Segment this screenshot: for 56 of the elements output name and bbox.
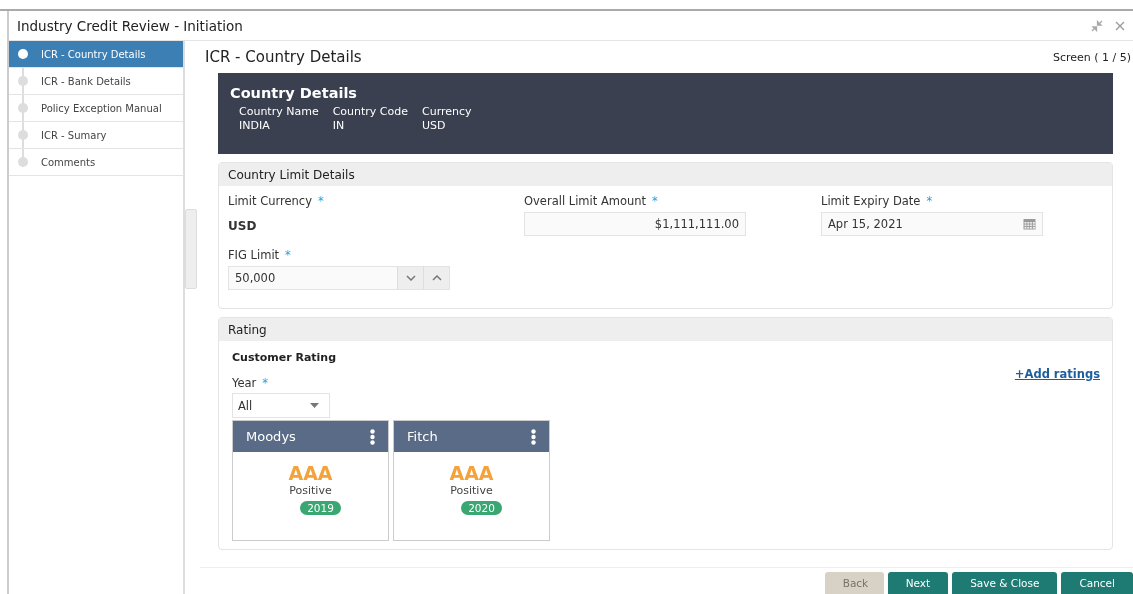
window-title: Industry Credit Review - Initiation (17, 17, 244, 34)
more-icon[interactable] (531, 428, 536, 445)
agency-name: Fitch (407, 429, 438, 444)
rating-outlook: Positive (450, 484, 493, 497)
detail-label: Country Code (332, 105, 408, 118)
chevron-down-icon (405, 275, 416, 281)
field-label: Limit Currency (228, 194, 312, 210)
required-asterisk: * (926, 194, 933, 210)
field-label: Overall Limit Amount (524, 194, 647, 210)
field-label: Limit Expiry Date (821, 194, 921, 210)
required-asterisk: * (652, 194, 658, 210)
field-label: FIG Limit (228, 248, 280, 264)
collapse-icon[interactable] (1091, 19, 1103, 32)
caret-icon (310, 403, 319, 408)
agency-name: Moodys (246, 429, 296, 444)
field-value: USD (228, 219, 258, 233)
detail-label: Country Name (239, 105, 319, 118)
date-field[interactable]: Apr 15, 2021 (821, 212, 1043, 236)
year-dropdown[interactable]: All (232, 393, 330, 418)
more-icon[interactable] (370, 428, 375, 445)
screen-indicator: Screen ( 1 / 5) (1052, 50, 1131, 64)
footer-button[interactable]: Cancel (1061, 572, 1133, 594)
rating-grade: AAA (449, 462, 494, 484)
sidebar-item[interactable]: ICR - Country Details (9, 41, 183, 68)
detail-value: INDIA (239, 119, 271, 132)
number-field[interactable]: 50,000 (228, 266, 450, 290)
page-title: ICR - Country Details (205, 48, 362, 66)
detail-value: USD (422, 119, 447, 132)
footer-button[interactable]: Save & Close (952, 572, 1058, 594)
splitter-handle[interactable] (185, 209, 197, 289)
rating-outlook: Positive (289, 484, 332, 497)
year-badge: 2020 (461, 501, 502, 515)
detail-label: Currency (422, 105, 472, 118)
banner-title: Country Details (230, 85, 358, 101)
detail-value: IN (332, 119, 346, 132)
year-badge: 2019 (300, 501, 341, 515)
add-ratings-link[interactable]: +Add ratings (1014, 367, 1100, 381)
sidebar-item[interactable]: Policy Exception Manual (9, 95, 183, 122)
sidebar-item[interactable]: ICR - Bank Details (9, 68, 183, 95)
field-label: Year (232, 376, 257, 392)
decrement-button[interactable] (397, 267, 423, 289)
required-asterisk: * (262, 376, 269, 392)
increment-button[interactable] (423, 267, 449, 289)
section-subtitle: Customer Rating (232, 351, 338, 364)
chevron-up-icon (431, 275, 442, 281)
calendar-icon[interactable] (1023, 218, 1036, 230)
amount-field[interactable]: $1,111,111.00 (524, 212, 746, 236)
footer-button[interactable]: Next (887, 572, 949, 594)
rating-grade: AAA (288, 462, 333, 484)
panel-header: Country Limit Details (219, 163, 1112, 186)
sidebar-item[interactable]: Comments (9, 149, 183, 176)
panel-header: Rating (219, 318, 1112, 341)
required-asterisk: * (318, 194, 324, 210)
close-icon[interactable] (1115, 20, 1125, 31)
required-asterisk: * (285, 248, 291, 264)
sidebar-item[interactable]: ICR - Sumary (9, 122, 183, 149)
